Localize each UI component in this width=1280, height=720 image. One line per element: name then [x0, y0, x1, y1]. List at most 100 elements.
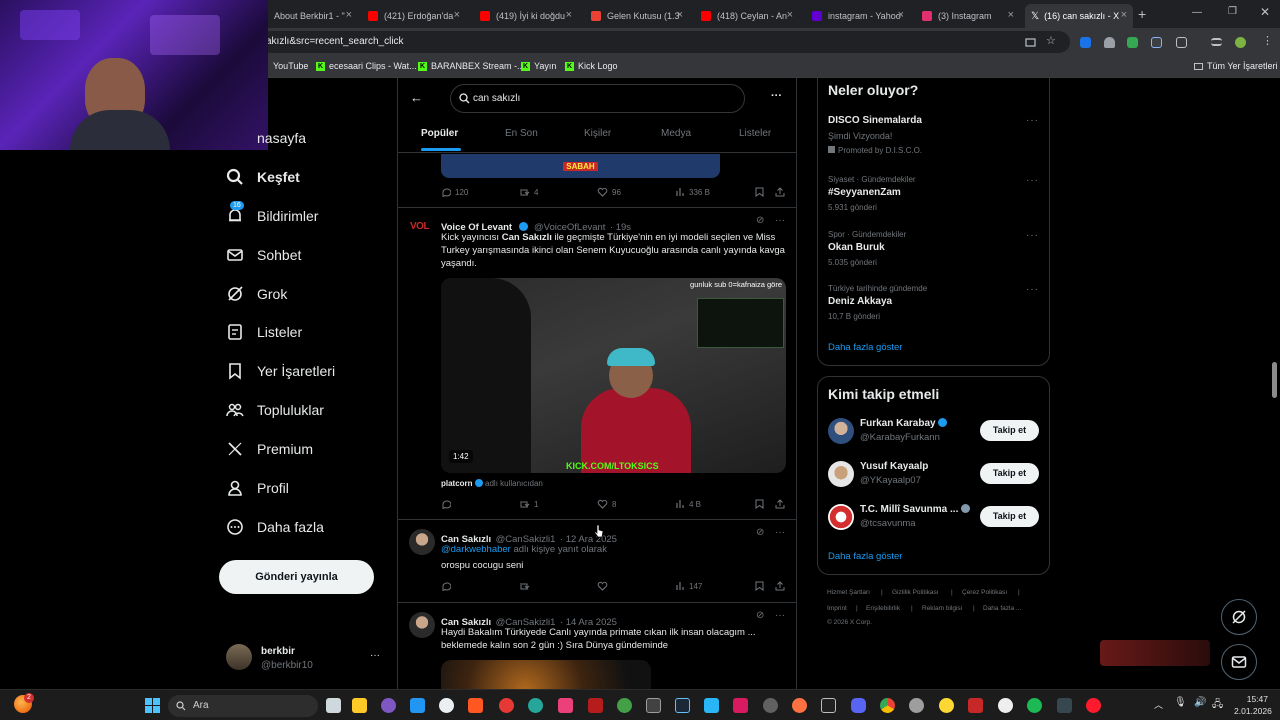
close-icon[interactable]: ×: [454, 9, 460, 21]
follow-name[interactable]: Yusuf Kayaalp: [860, 461, 928, 472]
sidebar-item-notifications[interactable]: 16 Bildirimler: [226, 201, 318, 225]
views-button[interactable]: 147: [675, 581, 702, 591]
opera-icon[interactable]: [1086, 698, 1101, 713]
like-button[interactable]: 8: [597, 499, 616, 509]
follow-button[interactable]: Takip et: [980, 420, 1039, 441]
footer-link[interactable]: Imprint: [827, 605, 847, 612]
browser-tab[interactable]: (421) Erdoğan'da ×: [362, 4, 466, 28]
microphone-icon[interactable]: 🎙: [1174, 697, 1187, 708]
shield-icon[interactable]: [1104, 37, 1115, 48]
follow-show-more[interactable]: Daha fazla göster: [828, 551, 902, 562]
share-icon[interactable]: [775, 499, 785, 509]
discord-icon[interactable]: [851, 698, 866, 713]
clock[interactable]: 15:47 2.01.2026: [1234, 694, 1272, 716]
close-icon[interactable]: ×: [346, 9, 352, 21]
menu-icon[interactable]: ⋮: [1262, 34, 1273, 47]
tab-people[interactable]: Kişiler: [584, 128, 611, 139]
tab-lists[interactable]: Listeler: [739, 128, 771, 139]
views-button[interactable]: 336 B: [675, 187, 710, 197]
browser-tab[interactable]: About Berkbir1 - " ×: [268, 4, 358, 28]
bookmark-item[interactable]: Kecesaari Clips - Wat...: [316, 61, 417, 71]
views-button[interactable]: 4 B: [675, 499, 701, 509]
reply-button[interactable]: [441, 499, 455, 509]
media-icon[interactable]: [1211, 38, 1222, 46]
file-explorer-icon[interactable]: [352, 698, 367, 713]
extension-icon[interactable]: [1127, 37, 1138, 48]
avatar[interactable]: [226, 644, 252, 670]
close-window-icon[interactable]: ✕: [1260, 5, 1270, 19]
app-icon[interactable]: [704, 698, 719, 713]
trend-more-icon[interactable]: ···: [1026, 230, 1039, 241]
bookmark-item[interactable]: YouTube: [273, 61, 308, 71]
tweet-more-icon[interactable]: ···: [775, 215, 785, 226]
follow-button[interactable]: Takip et: [980, 463, 1039, 484]
spotify-icon[interactable]: [1027, 698, 1042, 713]
messages-fab-button[interactable]: [1221, 644, 1257, 680]
reply-button[interactable]: [441, 581, 455, 591]
footer-link[interactable]: Daha fazla ...: [983, 605, 1021, 612]
trend-title[interactable]: DISCO Sinemalarda: [828, 115, 922, 126]
sidebar-item-home[interactable]: nasayfa: [226, 130, 306, 146]
app-icon[interactable]: [968, 698, 983, 713]
browser-tab[interactable]: Gelen Kutusu (1.3 ×: [585, 4, 689, 28]
close-icon[interactable]: ×: [787, 9, 793, 21]
restore-icon[interactable]: ❐: [1228, 6, 1237, 17]
trend-more-icon[interactable]: ···: [1026, 175, 1039, 186]
reply-to-handle[interactable]: @darkwebhaber: [441, 544, 511, 555]
tweet-image[interactable]: SABAH: [441, 154, 720, 178]
sidebar-item-explore[interactable]: Keşfet: [226, 168, 300, 186]
bookmark-icon[interactable]: [755, 499, 764, 509]
minimize-icon[interactable]: —: [1192, 7, 1202, 18]
bookmark-icon[interactable]: [755, 187, 764, 197]
yandex-icon[interactable]: [998, 698, 1013, 713]
trend-more-icon[interactable]: ···: [1026, 284, 1039, 295]
trend-title[interactable]: Okan Buruk: [828, 242, 885, 253]
tiktok-icon[interactable]: [558, 698, 573, 713]
trend-more-icon[interactable]: ···: [1026, 115, 1039, 126]
speaker-icon[interactable]: 🔊: [1194, 697, 1206, 708]
cast-icon[interactable]: [1025, 37, 1036, 48]
tweet-more-icon[interactable]: ···: [775, 610, 785, 621]
browser-tab[interactable]: (418) Ceylan - An ×: [695, 4, 799, 28]
trends-show-more[interactable]: Daha fazla göster: [828, 342, 902, 353]
retweet-button[interactable]: 4: [518, 187, 538, 197]
browser-tab-active[interactable]: 𝕏 (16) can sakızlı - X ×: [1025, 4, 1133, 28]
task-view-icon[interactable]: [326, 698, 341, 713]
close-icon[interactable]: ×: [677, 9, 683, 21]
app-icon[interactable]: [646, 698, 661, 713]
extension-icon[interactable]: [1151, 37, 1162, 48]
avatar[interactable]: [409, 529, 435, 555]
grok-icon[interactable]: ⊘: [756, 527, 764, 538]
avatar[interactable]: [828, 418, 854, 444]
account-name[interactable]: berkbir: [261, 646, 295, 657]
browser-tab[interactable]: (3) Instagram ×: [916, 4, 1020, 28]
search-input[interactable]: can sakızlı: [450, 84, 745, 113]
retweet-button[interactable]: 1: [518, 499, 538, 509]
epic-games-icon[interactable]: [821, 698, 836, 713]
sidebar-item-communities[interactable]: Topluluklar: [226, 401, 324, 419]
bookmark-icon[interactable]: [755, 581, 764, 591]
avatar[interactable]: [1235, 37, 1246, 48]
puzzle-icon[interactable]: [1176, 37, 1187, 48]
share-icon[interactable]: [775, 581, 785, 591]
avatar[interactable]: [828, 461, 854, 487]
app-icon[interactable]: [381, 698, 396, 713]
bookmark-item[interactable]: K Yayın: [521, 61, 556, 71]
scrollbar-thumb[interactable]: [1272, 362, 1277, 398]
sidebar-item-grok[interactable]: Grok: [226, 285, 287, 303]
new-tab-button[interactable]: +: [1138, 6, 1146, 22]
retweet-button[interactable]: [518, 581, 534, 591]
avatar[interactable]: [828, 504, 854, 530]
taskbar-search[interactable]: Ara: [168, 695, 318, 717]
app-icon[interactable]: [410, 698, 425, 713]
brave-icon[interactable]: [468, 698, 483, 713]
app-icon[interactable]: [909, 698, 924, 713]
edge-icon[interactable]: [528, 698, 543, 713]
snapchat-icon[interactable]: [939, 698, 954, 713]
attribution-user[interactable]: platcorn: [441, 479, 473, 488]
app-icon[interactable]: [763, 698, 778, 713]
all-bookmarks[interactable]: Tüm Yer İşaretleri: [1194, 61, 1278, 71]
youtube-icon[interactable]: [499, 698, 514, 713]
footer-link[interactable]: Erişilebilirlik: [866, 605, 900, 612]
chevron-up-icon[interactable]: ︿: [1154, 698, 1163, 711]
